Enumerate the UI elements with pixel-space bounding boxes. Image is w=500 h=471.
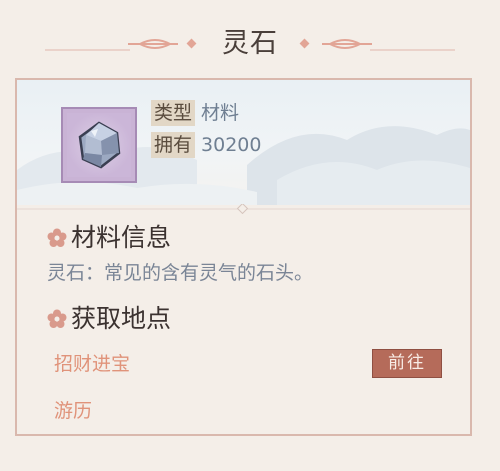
material-info-heading: 材料信息: [47, 221, 171, 255]
item-detail-panel: 灵石 类型 材料 拥有 30200 材料信息 灵石：常见的含有灵气的石头。 获取…: [0, 0, 500, 471]
panel-header: 灵石: [0, 22, 500, 66]
material-info-title: 材料信息: [71, 223, 172, 252]
item-frame: 类型 材料 拥有 30200 材料信息 灵石：常见的含有灵气的石头。 获取地点 …: [15, 78, 472, 436]
item-type-row: 类型 材料: [151, 100, 239, 126]
item-icon-slot[interactable]: [61, 107, 137, 183]
item-type-value: 材料: [201, 102, 240, 124]
source-item-zhaocai[interactable]: 招财进宝: [54, 351, 130, 377]
source-item-youli[interactable]: 游历: [54, 398, 92, 424]
go-button[interactable]: 前往: [372, 349, 442, 378]
flower-icon: [47, 228, 67, 247]
material-description: 灵石：常见的含有灵气的石头。: [47, 262, 314, 284]
source-heading: 获取地点: [47, 302, 171, 336]
page-title: 灵石: [222, 28, 278, 59]
section-divider: [17, 204, 470, 214]
item-owned-value: 30200: [201, 134, 262, 156]
flower-icon: [47, 309, 67, 328]
item-owned-row: 拥有 30200: [151, 132, 261, 158]
gem-icon: [78, 121, 121, 169]
item-banner: 类型 材料 拥有 30200: [17, 80, 470, 205]
item-owned-label: 拥有: [151, 132, 196, 158]
item-type-label: 类型: [151, 100, 196, 126]
source-title: 获取地点: [71, 304, 172, 333]
